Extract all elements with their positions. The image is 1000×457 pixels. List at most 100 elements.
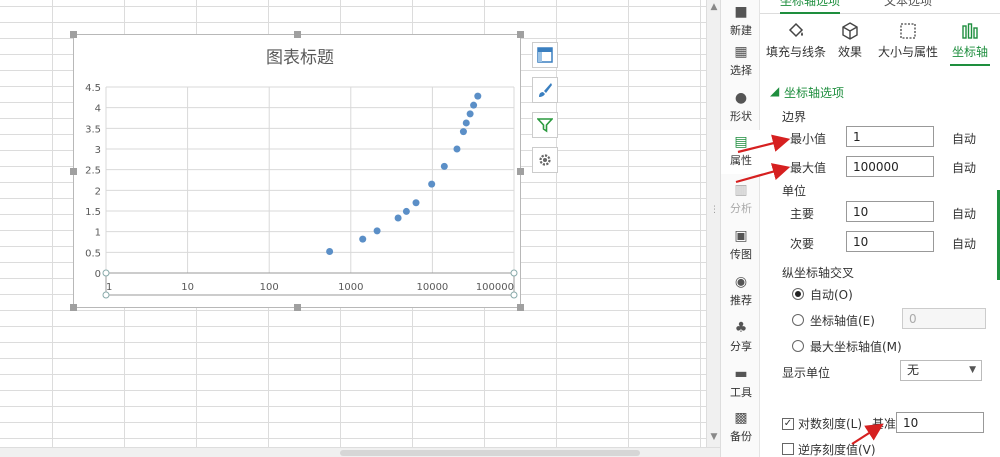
- x-axis-selection-handle[interactable]: [510, 291, 518, 299]
- data-point[interactable]: [466, 110, 474, 118]
- cross-auto-label[interactable]: 自动(O): [810, 286, 853, 303]
- max-label: 最大值: [790, 161, 827, 175]
- sidebar-item-share[interactable]: ♣ 分享: [721, 316, 761, 360]
- data-point[interactable]: [373, 227, 381, 235]
- subtab-effects[interactable]: 效果: [834, 22, 866, 66]
- chart-settings-button[interactable]: [532, 147, 558, 173]
- resize-handle-nw[interactable]: [70, 31, 77, 38]
- y-tick-label: 1: [95, 228, 101, 239]
- vertical-scrollbar[interactable]: ▲ ⋮ ▼: [706, 0, 720, 447]
- max-auto-button[interactable]: 自动: [952, 159, 976, 176]
- data-point[interactable]: [412, 199, 420, 207]
- x-axis-selection-box[interactable]: [105, 272, 515, 296]
- resize-handle-ne[interactable]: [517, 31, 524, 38]
- x-axis-selection-handle[interactable]: [102, 291, 110, 299]
- sidebar-item-toolbox[interactable]: ▬ 工具: [721, 362, 761, 406]
- data-point[interactable]: [459, 128, 467, 136]
- resize-handle-se[interactable]: [517, 304, 524, 311]
- cross-max-label[interactable]: 最大坐标轴值(M): [810, 338, 902, 355]
- horizontal-scrollbar[interactable]: [0, 447, 720, 457]
- tab-text-options[interactable]: 文本选项: [884, 0, 932, 14]
- sidebar-item-recommend[interactable]: ◉ 推荐: [721, 270, 761, 314]
- data-point[interactable]: [359, 235, 367, 243]
- x-axis-selection-handle[interactable]: [102, 269, 110, 277]
- recommend-icon: ◉: [734, 274, 748, 290]
- cross-auto-radio[interactable]: [792, 288, 804, 300]
- sidebar-item-analysis[interactable]: ▥ 分析: [721, 178, 761, 222]
- subtab-fill-line[interactable]: 填充与线条: [764, 22, 828, 66]
- max-bound-input[interactable]: [846, 156, 934, 177]
- y-tick-label: 0: [95, 269, 101, 280]
- cross-max-radio[interactable]: [792, 340, 804, 352]
- subtab-size-properties[interactable]: 大小与属性: [876, 22, 940, 66]
- section-collapse-icon[interactable]: ◢: [770, 84, 779, 98]
- chart-filter-button[interactable]: [532, 112, 558, 138]
- display-unit-value: 无: [907, 363, 920, 377]
- resize-handle-w[interactable]: [70, 168, 77, 175]
- data-point[interactable]: [440, 162, 448, 170]
- reverse-order-label[interactable]: 逆序刻度值(V): [798, 441, 876, 457]
- subtab-axis[interactable]: 坐标轴: [950, 22, 990, 66]
- chart-gridlines: [105, 86, 515, 274]
- paintbrush-icon: [539, 83, 552, 97]
- subtab-effects-label: 效果: [837, 45, 862, 59]
- sidebar-item-shape[interactable]: ● 形状: [721, 86, 761, 130]
- major-unit-input[interactable]: [846, 201, 934, 222]
- x-axis-selection-handle[interactable]: [510, 269, 518, 277]
- display-unit-select[interactable]: 无 ▼: [900, 360, 982, 381]
- min-auto-button[interactable]: 自动: [952, 130, 976, 147]
- resize-handle-sw[interactable]: [70, 304, 77, 311]
- log-scale-label[interactable]: 对数刻度(L): [798, 415, 862, 432]
- minor-unit-input[interactable]: [846, 231, 934, 252]
- tab-axis-options[interactable]: 坐标轴选项: [780, 0, 841, 14]
- reverse-order-checkbox[interactable]: [782, 443, 794, 455]
- scatter-chart: 图表标题 0 0.5 1 1.5 2 2.5 3 3.5 4 4.5 1 10 100 1000 10000…: [85, 48, 518, 299]
- log-base-input[interactable]: [896, 412, 984, 433]
- data-point[interactable]: [462, 119, 470, 127]
- scroll-up-icon[interactable]: ▲: [709, 2, 719, 12]
- minor-auto-button[interactable]: 自动: [952, 235, 976, 252]
- cross-axis-value-input[interactable]: [902, 308, 986, 329]
- resize-handle-s[interactable]: [294, 304, 301, 311]
- chart-title[interactable]: 图表标题: [266, 48, 334, 68]
- horizontal-scroll-thumb[interactable]: [340, 450, 640, 456]
- data-point[interactable]: [453, 145, 461, 153]
- data-point[interactable]: [326, 248, 334, 256]
- cross-axis-value-radio[interactable]: [792, 314, 804, 326]
- cube-icon: [842, 22, 858, 40]
- share-icon: ♣: [734, 320, 748, 336]
- size-icon: [900, 23, 916, 39]
- log-scale-checkbox[interactable]: ✓: [782, 418, 794, 430]
- axis-format-pane: 坐标轴选项 文本选项 填充与线条 效果 大小与属性 坐标轴 ◢ 坐标轴选项 边界…: [760, 0, 1000, 457]
- sidebar-item-property[interactable]: ▤ 属性: [721, 130, 761, 174]
- resize-handle-e[interactable]: [517, 168, 524, 175]
- chart-points[interactable]: [326, 92, 482, 256]
- subtab-axis-label: 坐标轴: [951, 45, 988, 59]
- analysis-icon: ▥: [734, 182, 748, 198]
- min-bound-input[interactable]: [846, 126, 934, 147]
- section-title-axis-options[interactable]: 坐标轴选项: [784, 84, 844, 101]
- data-point[interactable]: [428, 180, 436, 188]
- data-point[interactable]: [402, 207, 410, 215]
- sidebar-item-select[interactable]: ▦ 选择: [721, 40, 761, 84]
- bounds-label: 边界: [782, 110, 807, 124]
- sidebar-item-new[interactable]: ■ 新建: [721, 0, 761, 44]
- data-point[interactable]: [394, 214, 402, 222]
- chart-object[interactable]: 图表标题 0 0.5 1 1.5 2 2.5 3 3.5 4 4.5 1 10 100 1000 10000…: [73, 34, 521, 308]
- y-tick-label: 2.5: [85, 166, 101, 177]
- sidebar-item-upload-image[interactable]: ▣ 传图: [721, 224, 761, 268]
- data-point[interactable]: [470, 101, 478, 109]
- data-point[interactable]: [474, 92, 482, 100]
- scroll-down-icon[interactable]: ▼: [709, 432, 719, 442]
- pane-tabs: 坐标轴选项 文本选项: [760, 0, 1000, 14]
- major-auto-button[interactable]: 自动: [952, 205, 976, 222]
- cross-axis-value-label[interactable]: 坐标轴值(E): [810, 312, 875, 329]
- y-tick-label: 3: [95, 145, 101, 156]
- resize-handle-n[interactable]: [294, 31, 301, 38]
- x-tick-label: 10: [181, 282, 194, 293]
- sidebar-item-label: 形状: [730, 110, 752, 123]
- sidebar-item-backup[interactable]: ▩ 备份: [721, 406, 761, 450]
- chart-elements-button[interactable]: [532, 42, 558, 68]
- chart-style-button[interactable]: [532, 77, 558, 103]
- splitter-grip-icon[interactable]: ⋮: [710, 205, 719, 215]
